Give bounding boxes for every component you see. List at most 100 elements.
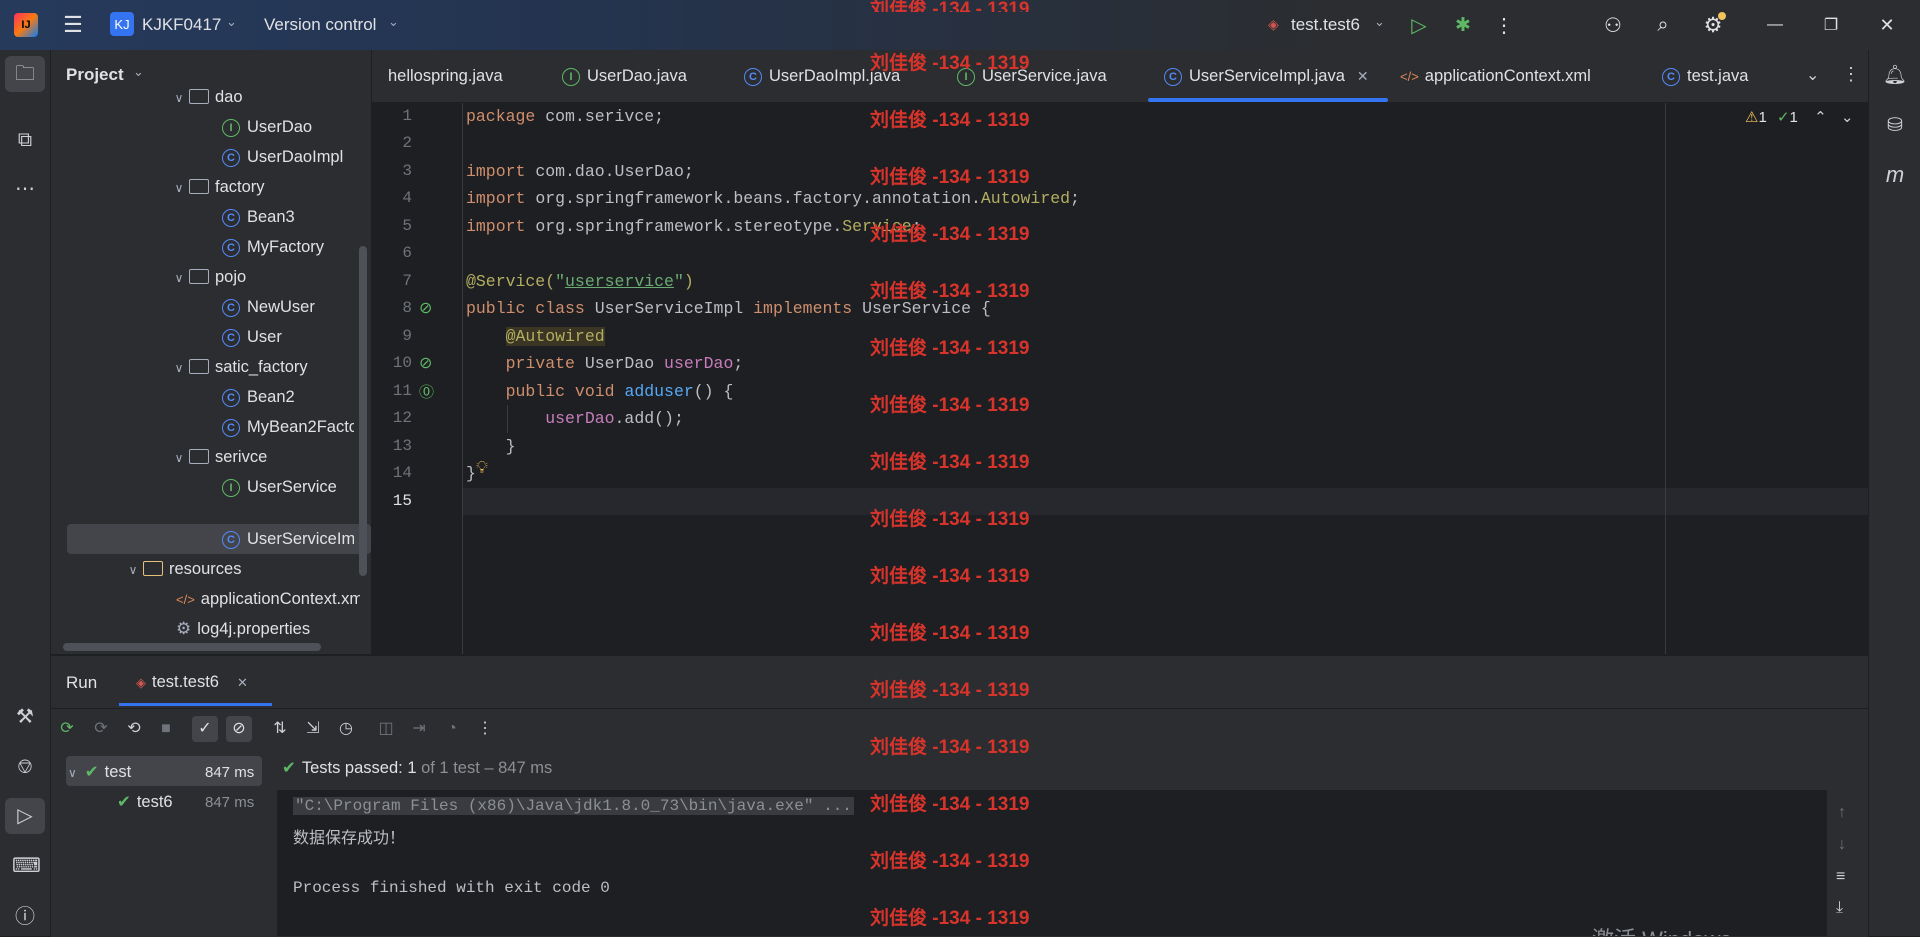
- tree-label: Bean3: [247, 208, 295, 226]
- console-command[interactable]: "C:\Program Files (x86)\Java\jdk1.8.0_73…: [293, 797, 854, 815]
- structure-icon[interactable]: ⧉: [12, 127, 38, 153]
- close-tab-icon[interactable]: ✕: [1357, 68, 1369, 84]
- tree-item-mybean2factory[interactable]: C MyBean2Factory: [222, 412, 354, 442]
- run-panel-title[interactable]: Run: [66, 673, 97, 693]
- search-icon[interactable]: ⌕: [1650, 12, 1676, 38]
- chevron-down-icon[interactable]: ∨: [169, 443, 189, 473]
- tree-folder-serivce[interactable]: ∨ serivce: [169, 442, 268, 473]
- tree-scrollbar[interactable]: [359, 246, 367, 576]
- tree-item-newuser[interactable]: C NewUser: [222, 292, 315, 322]
- close-tab-icon[interactable]: ✕: [237, 675, 248, 690]
- chevron-down-icon[interactable]: ∨: [169, 353, 189, 383]
- restore-icon[interactable]: ❐: [1816, 12, 1846, 38]
- check-icon[interactable]: ✓: [193, 717, 217, 741]
- tab-test[interactable]: Ctest.java: [1662, 50, 1748, 102]
- run-config-selector[interactable]: test.test6: [1291, 15, 1360, 35]
- tree-folder-satic-factory[interactable]: ∨ satic_factory: [169, 352, 308, 382]
- chevron-down-icon[interactable]: ⌄: [226, 14, 237, 30]
- chevron-down-icon[interactable]: ∨: [169, 263, 189, 293]
- sort-icon[interactable]: ⇅: [268, 717, 292, 741]
- minimize-icon[interactable]: —: [1760, 12, 1790, 38]
- tree-item-userdao[interactable]: I UserDao: [222, 112, 312, 142]
- stop-icon[interactable]: ■: [154, 717, 178, 741]
- chevron-down-icon[interactable]: ⌄: [1841, 109, 1854, 126]
- project-panel-title[interactable]: Project: [66, 65, 124, 85]
- close-icon[interactable]: ✕: [1872, 12, 1902, 38]
- more-options-icon[interactable]: ⋮: [473, 717, 497, 741]
- tab-hellospring[interactable]: hellospring.java: [388, 50, 503, 102]
- add-user-icon[interactable]: ⚇: [1600, 12, 1626, 38]
- tabs-dropdown-icon[interactable]: ⌄: [1806, 65, 1819, 85]
- rerun-icon[interactable]: ⟳: [55, 717, 79, 741]
- tab-applicationcontext[interactable]: </> applicationContext.xml: [1400, 50, 1591, 102]
- package-icon: [189, 449, 209, 465]
- tree-item-bean3[interactable]: C Bean3: [222, 202, 295, 232]
- main-menu-icon[interactable]: ☰: [60, 12, 86, 38]
- version-control-menu[interactable]: Version control: [264, 15, 376, 35]
- tree-folder-resources[interactable]: ∨ resources: [123, 554, 242, 585]
- history-icon[interactable]: ◷: [334, 717, 358, 741]
- tab-userserviceimpl[interactable]: C UserServiceImpl.java ✕: [1164, 50, 1369, 102]
- run-icon[interactable]: ▷: [1406, 12, 1432, 38]
- tree-item-myfactory[interactable]: C MyFactory: [222, 232, 324, 262]
- folder-icon[interactable]: 🗀: [12, 61, 38, 87]
- rerun-failed-icon[interactable]: ⟳: [89, 717, 113, 741]
- more-tools-icon[interactable]: ⋯: [12, 176, 38, 202]
- ignored-icon[interactable]: ⊘: [227, 717, 251, 741]
- tree-folder-factory[interactable]: ∨ factory: [169, 172, 265, 202]
- more-actions-icon[interactable]: ⋮: [1494, 12, 1514, 38]
- tree-folder-dao[interactable]: ∨ dao: [169, 82, 243, 112]
- tree-item-log4j[interactable]: ⚙ log4j.properties: [176, 614, 310, 644]
- collapse-icon[interactable]: ⇲: [301, 717, 325, 741]
- screenshot-icon[interactable]: ◫: [374, 717, 398, 741]
- chevron-down-icon[interactable]: ∨: [68, 766, 77, 780]
- lightbulb-icon[interactable]: 💡︎: [476, 458, 488, 478]
- debug-icon[interactable]: ✱: [1450, 12, 1476, 38]
- services-icon[interactable]: ⎊: [12, 754, 38, 780]
- import-icon[interactable]: ⇥: [407, 717, 431, 741]
- build-icon[interactable]: ⚒: [12, 704, 38, 730]
- scroll-up-icon[interactable]: ↑: [1838, 804, 1846, 822]
- maven-icon[interactable]: m: [1882, 162, 1908, 188]
- run-tab[interactable]: ◈ test.test6 ✕: [136, 673, 248, 692]
- passed-icon: ✔: [117, 793, 131, 811]
- tree-item-userdaoimpl[interactable]: C UserDaoImpl: [222, 142, 343, 172]
- toggle-auto-test-icon[interactable]: ⟲: [122, 717, 146, 741]
- chevron-down-icon[interactable]: ⌄: [388, 14, 399, 30]
- test-time: 847 ms: [205, 764, 255, 781]
- tree-item-bean2[interactable]: C Bean2: [222, 382, 295, 412]
- notifications-icon[interactable]: 🔔︎: [1882, 62, 1908, 88]
- chevron-down-icon[interactable]: ∨: [123, 555, 143, 585]
- project-badge[interactable]: KJ: [110, 12, 134, 36]
- tree-h-scrollbar[interactable]: [63, 643, 321, 651]
- bean-gutter-icon[interactable]: ⊘: [419, 298, 432, 318]
- chevron-down-icon[interactable]: ∨: [169, 83, 189, 113]
- scroll-down-icon[interactable]: ↓: [1838, 836, 1846, 854]
- chevron-down-icon[interactable]: ∨: [169, 173, 189, 203]
- tree-item-userservice[interactable]: I UserService: [222, 472, 337, 502]
- tab-userdao[interactable]: I UserDao.java: [562, 50, 687, 102]
- code-editor[interactable]: [372, 103, 1868, 654]
- scroll-to-end-icon[interactable]: ⤓: [1836, 899, 1843, 917]
- settings-file-icon: ⚙: [176, 619, 192, 638]
- test-tree-root[interactable]: ∨ ✔ test: [68, 762, 131, 782]
- tree-item-applicationcontext[interactable]: </> applicationContext.xml: [176, 584, 360, 614]
- tree-folder-pojo[interactable]: ∨ pojo: [169, 262, 247, 293]
- project-name[interactable]: KJKF0417: [142, 15, 221, 35]
- tabs-more-icon[interactable]: ⋮: [1842, 64, 1860, 85]
- chevron-down-icon[interactable]: ⌄: [1374, 14, 1385, 30]
- chevron-down-icon[interactable]: ⌄: [133, 64, 144, 80]
- inspection-widget[interactable]: ⚠1 ✓1 ⌃ ⌄: [1745, 108, 1853, 126]
- run-tool-icon[interactable]: ▷: [12, 803, 38, 829]
- tree-item-userserviceimpl[interactable]: C UserServiceImpl: [222, 524, 354, 554]
- soft-wrap-icon[interactable]: ≡: [1836, 868, 1845, 886]
- implements-gutter-icon[interactable]: ⓪: [419, 381, 434, 402]
- chevron-up-icon[interactable]: ⌃: [1814, 109, 1827, 126]
- database-icon[interactable]: ⛁: [1882, 112, 1908, 138]
- coverage-icon[interactable]: ◔: [440, 717, 464, 741]
- tree-item-user[interactable]: C User: [222, 322, 282, 352]
- bean-gutter-icon[interactable]: ⊘: [419, 353, 432, 373]
- terminal-icon[interactable]: ⌨: [12, 853, 41, 879]
- problems-icon[interactable]: ⓘ: [12, 904, 38, 930]
- test-tree-item[interactable]: ✔ test6: [117, 792, 173, 812]
